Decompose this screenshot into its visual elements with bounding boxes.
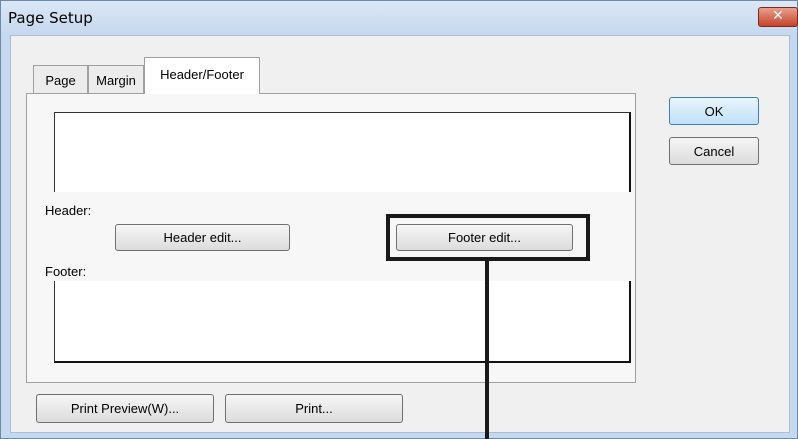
tab-header-footer[interactable]: Header/Footer xyxy=(144,57,260,94)
tab-page-label: Page xyxy=(45,73,76,88)
ok-button[interactable]: OK xyxy=(669,97,759,125)
print-button[interactable]: Print... xyxy=(225,394,403,423)
header-preview xyxy=(54,112,631,192)
header-edit-button[interactable]: Header edit... xyxy=(115,224,290,251)
tab-header-footer-label: Header/Footer xyxy=(160,67,244,82)
callout-line xyxy=(485,261,489,439)
close-button[interactable]: ✕ xyxy=(758,7,798,27)
footer-label: Footer: xyxy=(45,264,87,279)
footer-edit-highlight-box xyxy=(386,214,590,261)
cancel-button[interactable]: Cancel xyxy=(669,137,759,165)
title-bar[interactable]: Page Setup ✕ xyxy=(1,1,798,35)
print-preview-button[interactable]: Print Preview(W)... xyxy=(36,394,214,423)
tab-margin[interactable]: Margin xyxy=(88,65,144,96)
close-icon: ✕ xyxy=(772,8,784,24)
tab-page[interactable]: Page xyxy=(33,65,88,96)
footer-preview xyxy=(54,281,631,363)
header-label: Header: xyxy=(45,203,92,218)
tab-margin-label: Margin xyxy=(96,73,136,88)
window-title: Page Setup xyxy=(8,9,93,27)
